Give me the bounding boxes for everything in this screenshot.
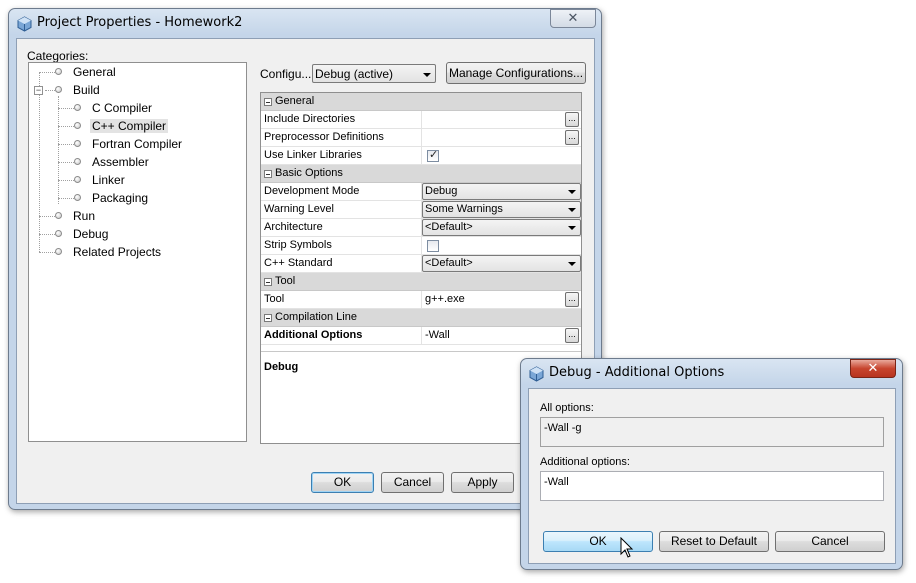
use-linker-checkbox[interactable]: [427, 148, 439, 162]
tree-item-run[interactable]: Run: [73, 208, 95, 225]
tree-bullet-icon: [55, 212, 62, 219]
dialog-client-area: All options: -Wall -g Additional options…: [528, 388, 896, 564]
category-basic-options[interactable]: Basic Options: [261, 165, 581, 183]
browse-button[interactable]: ...: [565, 292, 579, 307]
cancel-button[interactable]: Cancel: [381, 472, 444, 493]
description-title: Debug: [264, 361, 299, 373]
tree-item-related-projects[interactable]: Related Projects: [73, 244, 161, 261]
window-client-area: Categories: General − Build C Compiler C…: [16, 38, 595, 504]
prop-tool[interactable]: Tool g++.exe ...: [261, 291, 581, 309]
collapse-icon[interactable]: [264, 278, 272, 286]
dialog-title: Debug - Additional Options: [549, 365, 725, 380]
project-properties-window: Project Properties - Homework2 ✕ Categor…: [8, 8, 602, 510]
mouse-pointer-icon: [620, 537, 634, 558]
cpp-standard-select[interactable]: <Default>: [422, 255, 581, 272]
collapse-icon[interactable]: −: [34, 86, 43, 95]
prop-preprocessor-definitions[interactable]: Preprocessor Definitions ...: [261, 129, 581, 147]
development-mode-select[interactable]: Debug: [422, 183, 581, 200]
tree-bullet-icon: [55, 230, 62, 237]
dialog-cancel-button[interactable]: Cancel: [775, 531, 885, 552]
browse-button[interactable]: ...: [565, 130, 579, 145]
netbeans-cube-icon: [529, 366, 544, 382]
prop-architecture: Architecture <Default>: [261, 219, 581, 237]
tree-item-cpp-compiler[interactable]: C++ Compiler: [90, 118, 169, 135]
tree-item-c-compiler[interactable]: C Compiler: [92, 100, 152, 117]
tree-bullet-icon: [74, 104, 81, 111]
collapse-icon[interactable]: [264, 314, 272, 322]
tree-item-debug[interactable]: Debug: [73, 226, 108, 243]
prop-development-mode: Development Mode Debug: [261, 183, 581, 201]
additional-options-label: Additional options:: [540, 456, 630, 468]
collapse-icon[interactable]: [264, 98, 272, 106]
category-general[interactable]: General: [261, 93, 581, 111]
tree-item-build[interactable]: Build: [73, 82, 100, 99]
all-options-label: All options:: [540, 402, 594, 414]
title-bar[interactable]: Project Properties - Homework2: [9, 9, 601, 37]
manage-configurations-button[interactable]: Manage Configurations...: [446, 62, 586, 84]
all-options-field: -Wall -g: [540, 417, 884, 447]
prop-include-directories[interactable]: Include Directories ...: [261, 111, 581, 129]
tree-item-linker[interactable]: Linker: [92, 172, 125, 189]
configuration-select[interactable]: Debug (active): [312, 64, 436, 83]
chevron-down-icon: [568, 208, 576, 212]
dialog-title-bar[interactable]: Debug - Additional Options: [521, 359, 902, 387]
prop-cpp-standard: C++ Standard <Default>: [261, 255, 581, 273]
tree-bullet-icon: [55, 248, 62, 255]
tree-item-packaging[interactable]: Packaging: [92, 190, 148, 207]
description-divider: [261, 351, 581, 352]
categories-label: Categories:: [27, 49, 89, 63]
additional-options-input[interactable]: -Wall: [540, 471, 884, 501]
additional-options-dialog: Debug - Additional Options ✕ All options…: [520, 358, 903, 570]
tree-bullet-icon: [55, 86, 62, 93]
chevron-down-icon: [423, 73, 431, 77]
tree-bullet-icon: [74, 158, 81, 165]
apply-button[interactable]: Apply: [451, 472, 514, 493]
close-icon[interactable]: ✕: [850, 359, 896, 378]
tree-bullet-icon: [74, 122, 81, 129]
prop-strip-symbols: Strip Symbols: [261, 237, 581, 255]
tree-bullet-icon: [55, 68, 62, 75]
chevron-down-icon: [568, 262, 576, 266]
prop-additional-options[interactable]: Additional Options -Wall ...: [261, 327, 581, 345]
tree-item-fortran-compiler[interactable]: Fortran Compiler: [92, 136, 182, 153]
ok-button[interactable]: OK: [311, 472, 374, 493]
prop-use-linker-libraries: Use Linker Libraries: [261, 147, 581, 165]
browse-button[interactable]: ...: [565, 112, 579, 127]
close-icon[interactable]: ✕: [550, 9, 596, 28]
tree-bullet-icon: [74, 140, 81, 147]
category-tool[interactable]: Tool: [261, 273, 581, 291]
tree-bullet-icon: [74, 176, 81, 183]
strip-symbols-checkbox[interactable]: [427, 240, 439, 252]
tree-bullet-icon: [74, 194, 81, 201]
category-compilation-line[interactable]: Compilation Line: [261, 309, 581, 327]
architecture-select[interactable]: <Default>: [422, 219, 581, 236]
warning-level-select[interactable]: Some Warnings: [422, 201, 581, 218]
dialog-ok-button[interactable]: OK: [543, 531, 653, 552]
browse-button[interactable]: ...: [565, 328, 579, 343]
configuration-label: Configu...: [260, 67, 312, 81]
tree-item-assembler[interactable]: Assembler: [92, 154, 149, 171]
netbeans-cube-icon: [17, 16, 32, 32]
chevron-down-icon: [568, 190, 576, 194]
prop-warning-level: Warning Level Some Warnings: [261, 201, 581, 219]
tree-item-general[interactable]: General: [73, 64, 116, 81]
chevron-down-icon: [568, 226, 576, 230]
categories-tree[interactable]: General − Build C Compiler C++ Compiler …: [28, 62, 247, 442]
collapse-icon[interactable]: [264, 170, 272, 178]
window-title: Project Properties - Homework2: [37, 15, 243, 30]
reset-to-default-button[interactable]: Reset to Default: [659, 531, 769, 552]
